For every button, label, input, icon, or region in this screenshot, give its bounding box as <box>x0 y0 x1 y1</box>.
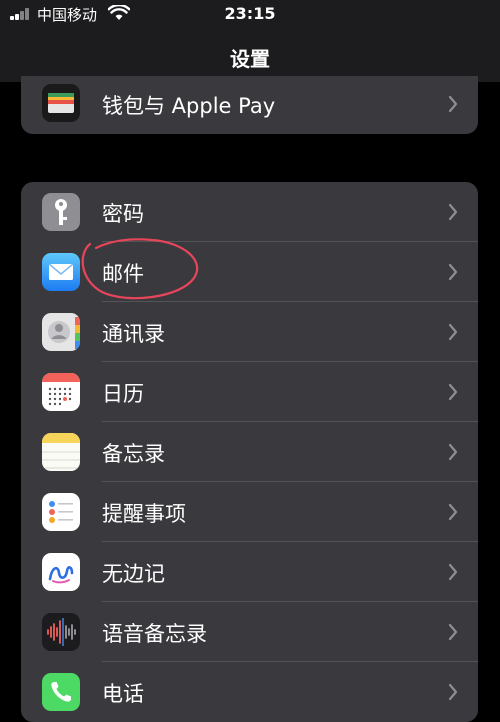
settings-row-label: 邮件 <box>102 262 144 286</box>
chevron-right-icon <box>448 323 458 341</box>
settings-row-mail[interactable]: 邮件 <box>21 242 478 302</box>
notes-icon <box>42 433 80 471</box>
wallet-icon <box>42 84 80 122</box>
settings-row-label: 电话 <box>102 682 144 706</box>
chevron-right-icon <box>448 383 458 401</box>
settings-row-calendar[interactable]: 日历 <box>21 362 478 422</box>
settings-row-reminders[interactable]: 提醒事项 <box>21 482 478 542</box>
chevron-right-icon <box>448 263 458 281</box>
settings-row-label: 密码 <box>102 202 144 226</box>
settings-row-wallet[interactable]: 钱包与 Apple Pay <box>21 76 478 134</box>
settings-row-phone[interactable]: 电话 <box>21 662 478 722</box>
voice-memos-icon <box>42 613 80 651</box>
chevron-right-icon <box>448 95 458 113</box>
chevron-right-icon <box>448 203 458 221</box>
key-icon <box>42 193 80 231</box>
reminders-icon <box>42 493 80 531</box>
phone-icon <box>42 673 80 711</box>
freeform-icon <box>42 553 80 591</box>
settings-row-label: 语音备忘录 <box>102 622 207 646</box>
settings-group-apps: 密码 邮件 通讯录 日历 备忘录 提醒事项 无边记 语音备忘录 电话 <box>21 182 478 722</box>
settings-row-label: 钱包与 Apple Pay <box>102 94 276 118</box>
settings-row-voice-memos[interactable]: 语音备忘录 <box>21 602 478 662</box>
chevron-right-icon <box>448 683 458 701</box>
chevron-right-icon <box>448 563 458 581</box>
settings-row-notes[interactable]: 备忘录 <box>21 422 478 482</box>
chevron-right-icon <box>448 443 458 461</box>
settings-group-wallet: 钱包与 Apple Pay <box>21 76 478 134</box>
settings-row-label: 通讯录 <box>102 322 165 346</box>
chevron-right-icon <box>448 623 458 641</box>
page-title: 设置 <box>230 47 270 71</box>
settings-row-contacts[interactable]: 通讯录 <box>21 302 478 362</box>
mail-icon <box>42 253 80 291</box>
calendar-icon <box>42 373 80 411</box>
settings-row-freeform[interactable]: 无边记 <box>21 542 478 602</box>
status-time: 23:15 <box>224 4 276 23</box>
settings-row-label: 提醒事项 <box>102 502 186 526</box>
chevron-right-icon <box>448 503 458 521</box>
settings-row-label: 日历 <box>102 382 144 406</box>
settings-row-passwords[interactable]: 密码 <box>21 182 478 242</box>
status-bar: 中国移动 23:15 <box>0 0 500 30</box>
settings-row-label: 无边记 <box>102 562 165 586</box>
navigation-bar: 设置 <box>0 30 500 82</box>
contacts-icon <box>42 313 80 351</box>
settings-row-label: 备忘录 <box>102 442 165 466</box>
